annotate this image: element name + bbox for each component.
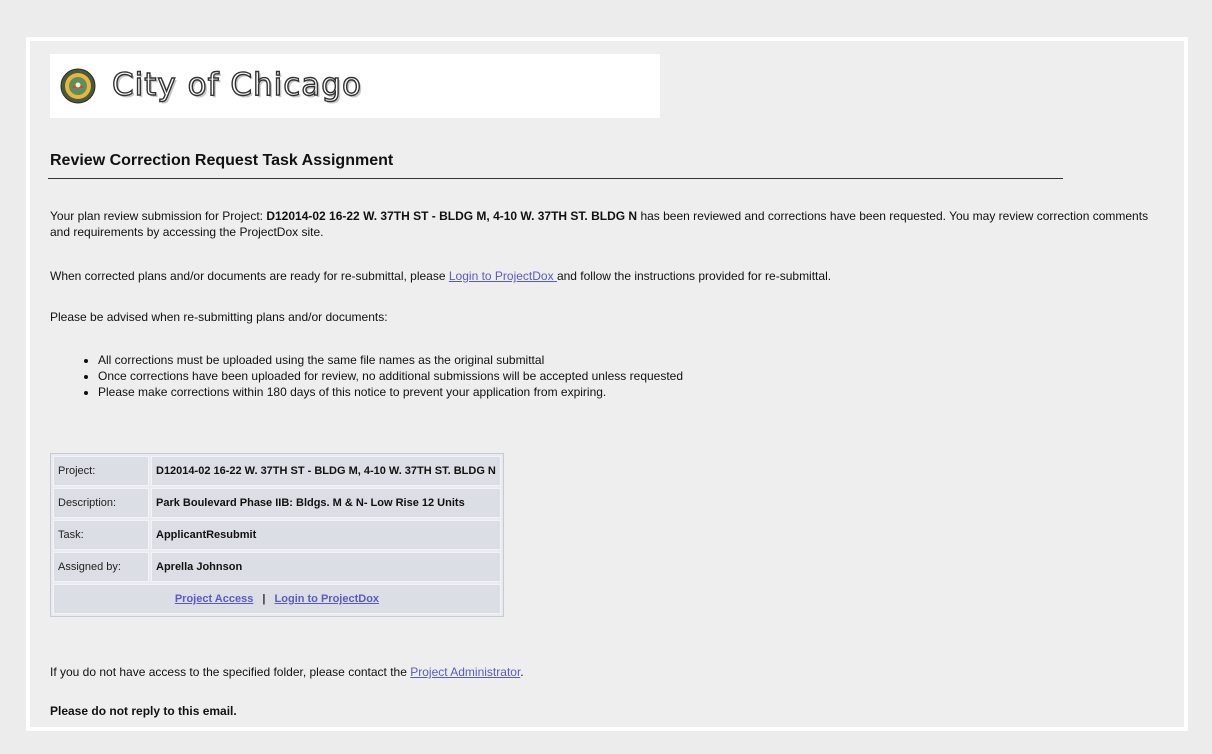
task-label: Task: <box>53 520 149 550</box>
intro-project: D12014-02 16-22 W. 37TH ST - BLDG M, 4-1… <box>266 209 638 223</box>
access-paragraph: If you do not have access to the specifi… <box>50 664 1150 680</box>
project-administrator-link[interactable]: Project Administrator <box>410 665 520 679</box>
table-links-cell: Project Access | Login to ProjectDox <box>53 584 501 614</box>
city-seal-icon <box>60 68 96 104</box>
list-item: Please make corrections within 180 days … <box>98 384 683 400</box>
resubmit-paragraph: When corrected plans and/or documents ar… <box>50 268 1150 284</box>
access-prefix: If you do not have access to the specifi… <box>50 665 411 679</box>
no-reply-notice: Please do not reply to this email. <box>50 704 237 718</box>
table-row: Project Access | Login to ProjectDox <box>53 584 501 614</box>
page-title: Review Correction Request Task Assignmen… <box>50 152 394 169</box>
advice-list: All corrections must be uploaded using t… <box>50 352 683 400</box>
list-item: Once corrections have been uploaded for … <box>98 368 683 384</box>
email-body: City of Chicago Review Correction Reques… <box>26 37 1188 731</box>
title-divider <box>48 178 1063 179</box>
assigned-by-value: Aprella Johnson <box>151 552 501 582</box>
task-value: ApplicantResubmit <box>151 520 501 550</box>
resubmit-suffix: and follow the instructions provided for… <box>556 269 832 283</box>
table-row: Task: ApplicantResubmit <box>53 520 501 550</box>
description-label: Description: <box>53 488 149 518</box>
list-item: All corrections must be uploaded using t… <box>98 352 683 368</box>
table-row: Project: D12014-02 16-22 W. 37TH ST - BL… <box>53 456 501 486</box>
city-logo-text: City of Chicago <box>111 66 362 103</box>
login-projectdox-link[interactable]: Login to ProjectDox <box>449 269 557 283</box>
project-label: Project: <box>53 456 149 486</box>
intro-paragraph: Your plan review submission for Project:… <box>50 208 1150 240</box>
intro-prefix: Your plan review submission for Project: <box>50 209 267 223</box>
assigned-by-label: Assigned by: <box>53 552 149 582</box>
city-logo-banner: City of Chicago <box>50 54 660 118</box>
task-info-table: Project: D12014-02 16-22 W. 37TH ST - BL… <box>50 453 504 617</box>
link-separator: | <box>262 593 266 605</box>
project-access-link[interactable]: Project Access <box>175 593 253 605</box>
table-login-projectdox-link[interactable]: Login to ProjectDox <box>275 593 380 605</box>
advise-paragraph: Please be advised when re-submitting pla… <box>50 310 388 324</box>
resubmit-prefix: When corrected plans and/or documents ar… <box>50 269 449 283</box>
table-row: Assigned by: Aprella Johnson <box>53 552 501 582</box>
project-value: D12014-02 16-22 W. 37TH ST - BLDG M, 4-1… <box>151 456 501 486</box>
description-value: Park Boulevard Phase IIB: Bldgs. M & N- … <box>151 488 501 518</box>
table-row: Description: Park Boulevard Phase IIB: B… <box>53 488 501 518</box>
access-suffix: . <box>520 665 524 679</box>
